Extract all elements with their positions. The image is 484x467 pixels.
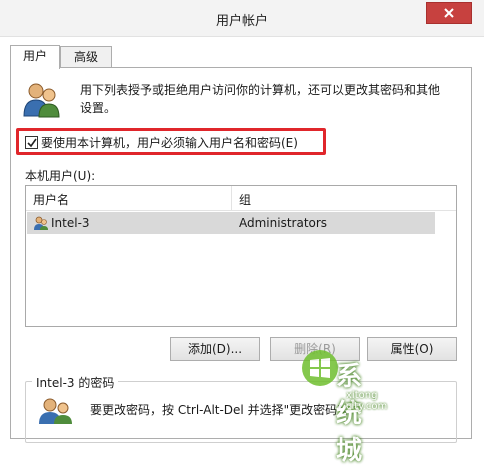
users-icon (23, 83, 60, 118)
list-header: 用户名 组 (26, 186, 456, 211)
properties-button[interactable]: 属性(O) (367, 337, 457, 361)
tab-advanced[interactable]: 高级 (60, 46, 112, 68)
column-header-username[interactable]: 用户名 (33, 191, 69, 208)
local-users-label: 本机用户(U): (25, 169, 96, 183)
close-icon (444, 8, 454, 18)
description-text: 用下列表授予或拒绝用户访问你的计算机，还可以更改其密码和其他 设置。 (80, 83, 441, 115)
watermark-logo: 系统城 xitong city.com (300, 348, 387, 466)
column-divider[interactable] (231, 186, 232, 210)
window-title: 用户帐户 (215, 14, 268, 29)
user-password-icon (39, 398, 72, 424)
require-login-row[interactable]: 要使用本计算机，用户必须输入用户名和密码(E) (25, 134, 298, 151)
column-header-group[interactable]: 组 (239, 191, 251, 208)
close-button[interactable] (426, 2, 472, 24)
password-group-title: Intel-3 的密码 (32, 374, 119, 391)
users-list[interactable]: 用户名 组 Intel-3 Administrators (25, 185, 457, 327)
password-instructions: 要更改密码，按 Ctrl-Alt-Del 并选择"更改密码"。 (90, 403, 355, 417)
title-bar: 用户帐户 (0, 0, 484, 37)
row-group: Administrators (239, 216, 328, 230)
tab-users[interactable]: 用户 (10, 45, 60, 69)
require-login-label: 要使用本计算机，用户必须输入用户名和密码(E) (41, 136, 298, 150)
table-row[interactable]: Intel-3 Administrators (27, 212, 435, 234)
require-login-checkbox[interactable] (25, 136, 38, 149)
add-button[interactable]: 添加(D)... (170, 337, 260, 361)
checkmark-icon (26, 138, 37, 147)
user-icon (34, 216, 48, 230)
row-username: Intel-3 (51, 216, 90, 230)
watermark-url: xitong city.com (346, 390, 388, 412)
brand-logo-icon (302, 350, 338, 386)
